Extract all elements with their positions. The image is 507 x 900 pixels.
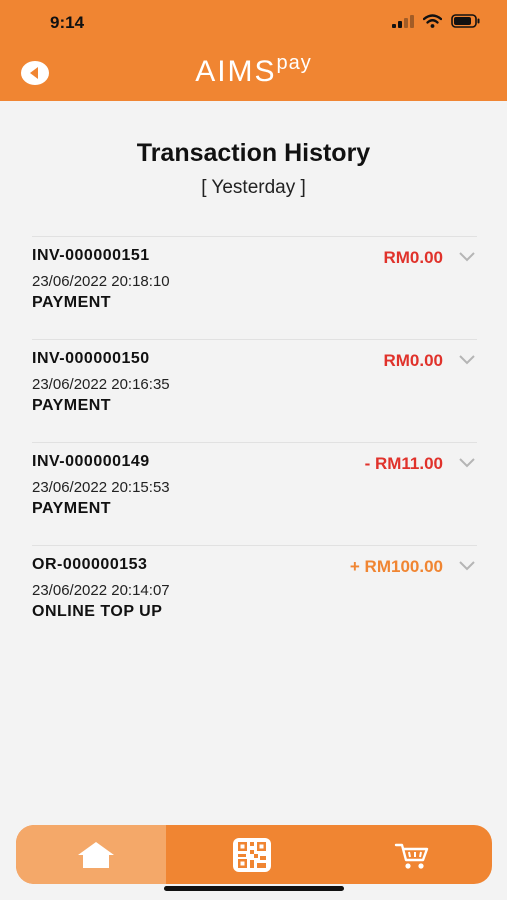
transaction-row[interactable]: INV-000000151 23/06/2022 20:18:10 PAYMEN…	[32, 236, 477, 339]
page-title: Transaction History	[136, 139, 371, 167]
chevron-down-icon[interactable]	[459, 561, 475, 571]
transaction-amount: RM0.00	[383, 248, 443, 267]
status-time: 9:14	[50, 13, 85, 32]
wifi-icon	[423, 14, 442, 28]
bottom-nav	[16, 825, 492, 884]
chevron-down-icon[interactable]	[459, 355, 475, 365]
transaction-ref: INV-000000151	[32, 247, 150, 264]
qr-code-icon[interactable]	[232, 837, 272, 873]
brand-sup: pay	[276, 52, 312, 74]
home-indicator	[164, 886, 344, 891]
transaction-row[interactable]: OR-000000153 23/06/2022 20:14:07 ONLINE …	[32, 545, 477, 648]
status-icons	[392, 14, 481, 28]
cart-icon[interactable]	[394, 842, 430, 870]
transaction-amount: RM0.00	[383, 351, 443, 370]
transaction-row[interactable]: INV-000000150 23/06/2022 20:16:35 PAYMEN…	[32, 339, 477, 442]
transaction-row[interactable]: INV-000000149 23/06/2022 20:15:53 PAYMEN…	[32, 442, 477, 545]
transaction-datetime: 23/06/2022 20:16:35	[32, 376, 170, 393]
transaction-datetime: 23/06/2022 20:14:07	[32, 582, 170, 599]
chevron-down-icon[interactable]	[459, 458, 475, 468]
brand-main: AIMS	[195, 55, 277, 88]
period-label: [ Yesterday ]	[201, 177, 306, 198]
home-icon[interactable]	[76, 840, 116, 870]
transaction-type: PAYMENT	[32, 500, 112, 517]
transaction-type: PAYMENT	[32, 397, 112, 414]
transaction-ref: OR-000000153	[32, 556, 148, 573]
brand-logo: AIMSpay	[0, 52, 507, 89]
transaction-list: INV-000000151 23/06/2022 20:18:10 PAYMEN…	[32, 236, 477, 648]
transaction-datetime: 23/06/2022 20:18:10	[32, 273, 170, 290]
transaction-ref: INV-000000149	[32, 453, 150, 470]
signal-icon	[392, 14, 414, 28]
transaction-ref: INV-000000150	[32, 350, 150, 367]
app-header: 9:14 AIMSpay	[0, 0, 507, 101]
transaction-amount: + RM100.00	[349, 557, 443, 576]
transaction-type: ONLINE TOP UP	[32, 603, 163, 620]
transaction-type: PAYMENT	[32, 294, 112, 311]
battery-icon	[451, 14, 480, 28]
transaction-amount: - RM11.00	[364, 454, 443, 473]
transaction-datetime: 23/06/2022 20:15:53	[32, 479, 170, 496]
chevron-down-icon[interactable]	[459, 252, 475, 262]
